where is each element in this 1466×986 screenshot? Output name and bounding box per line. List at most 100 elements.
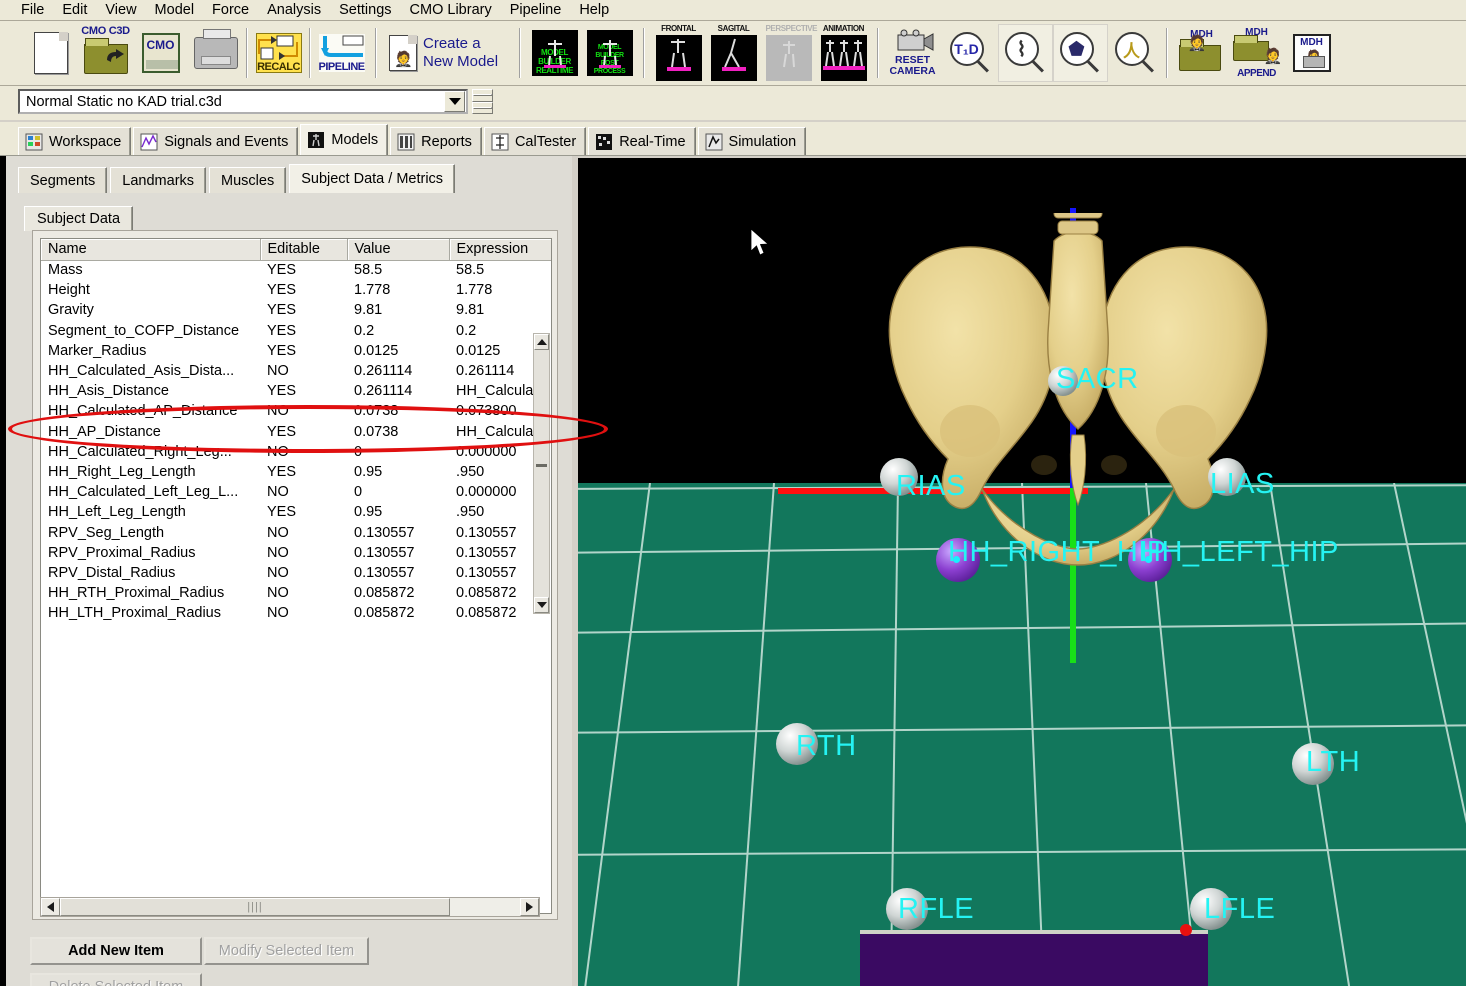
- table-row[interactable]: HH_Calculated_Asis_Dista... NO 0.261114 0.2…: [41, 361, 551, 381]
- modify-selected-item-button[interactable]: Modify Selected Item: [204, 937, 369, 965]
- save-cmo-button[interactable]: CMO: [133, 24, 188, 82]
- sub-tab-subject-data[interactable]: Subject Data: [24, 206, 134, 231]
- tab-reports-label: Reports: [421, 133, 472, 150]
- tab-reports[interactable]: Reports: [390, 127, 482, 155]
- table-row[interactable]: HH_Calculated_AP_Distance NO 0.0738 0.07380…: [41, 401, 551, 421]
- hscroll-thumb[interactable]: ||||: [60, 898, 450, 916]
- tab-workspace[interactable]: Workspace: [18, 127, 132, 155]
- table-row[interactable]: HH_Calculated_Left_Leg_L... NO 0 0.000000: [41, 482, 551, 502]
- table-row[interactable]: HH_Asis_Distance YES 0.261114 HH_Calculat: [41, 381, 551, 401]
- menu-item-edit[interactable]: Edit: [53, 1, 96, 19]
- cell-name: Segment_to_COFP_Distance: [48, 322, 240, 339]
- marker-zoom-button[interactable]: ⬟: [1053, 24, 1108, 82]
- cell-value: 0.261114: [354, 383, 413, 400]
- trial-file-dropdown-button[interactable]: [444, 91, 465, 112]
- model-zoom-button[interactable]: 人: [1108, 24, 1163, 82]
- table-row[interactable]: Height YES 1.778 1.778: [41, 280, 551, 300]
- menu-item-force[interactable]: Force: [203, 1, 258, 19]
- menu-item-analysis[interactable]: Analysis: [258, 1, 330, 19]
- model-builder-post-icon: MODEL BUILDER POST PROCESS: [586, 30, 633, 76]
- sagital-view-button[interactable]: SAGITAL: [706, 24, 761, 82]
- table-row[interactable]: HH_Right_Leg_Length YES 0.95.950: [41, 462, 551, 482]
- grid-vertical-scrollbar[interactable]: [533, 333, 550, 614]
- table-row[interactable]: RPV_Distal_Radius NO 0.130557 0.130557: [41, 563, 551, 583]
- scroll-up-button[interactable]: [534, 334, 549, 350]
- tab-signals-and-events[interactable]: Signals and Events: [133, 127, 299, 155]
- delete-selected-item-button[interactable]: Delete Selected Item: [30, 973, 202, 986]
- scroll-down-button[interactable]: [534, 597, 549, 613]
- animation-view-button[interactable]: ANIMATION: [816, 24, 871, 82]
- model-3d-viewport[interactable]: SACR RIAS LIAS HH_RIGHT_HIP HH_LEFT_HIP …: [578, 158, 1466, 986]
- menu-item-model[interactable]: Model: [146, 1, 204, 19]
- trial-file-combo[interactable]: Normal Static no KAD trial.c3d: [18, 89, 468, 114]
- table-row[interactable]: Mass YES 58.5 58.5: [41, 260, 551, 280]
- table-row[interactable]: RPV_Proximal_Radius NO 0.130557 0.130557: [41, 543, 551, 563]
- menu-item-pipeline[interactable]: Pipeline: [501, 1, 571, 19]
- table-row[interactable]: Gravity YES 9.81 9.81: [41, 300, 551, 320]
- cell-value: 0.0738: [354, 423, 399, 440]
- frontal-view-button[interactable]: FRONTAL: [651, 24, 706, 82]
- table-row[interactable]: HH_Left_Leg_Length YES 0.95.950: [41, 502, 551, 522]
- tab-workspace-label: Workspace: [49, 133, 122, 150]
- model-builder-post-button[interactable]: MODEL BUILDER POST PROCESS: [582, 24, 637, 82]
- subject-data-grid[interactable]: Name Editable Value Expression Mass YES 58…: [40, 238, 552, 914]
- tab-simulation[interactable]: Simulation: [697, 127, 807, 155]
- open-cmo-c3d-button[interactable]: CMO C3D: [78, 24, 133, 82]
- hscroll-track[interactable]: ||||: [60, 898, 520, 916]
- print-button[interactable]: [188, 24, 243, 82]
- create-new-model-button[interactable]: 🤵 Create a New Model: [383, 24, 513, 82]
- table-row[interactable]: HH_Calculated_Right_Leg... NO 0 0.000000: [41, 442, 551, 462]
- trial-spinner-down[interactable]: [472, 101, 493, 114]
- scroll-right-button[interactable]: [520, 898, 539, 916]
- tab-caltester[interactable]: CalTester: [483, 127, 587, 155]
- cell-name: HH_Right_Leg_Length: [48, 463, 196, 480]
- perspective-view-button[interactable]: PERSPECTIVE: [761, 24, 818, 82]
- table-row[interactable]: Segment_to_COFP_Distance YES 0.2 0.2: [41, 321, 551, 341]
- column-header-name[interactable]: Name: [41, 239, 261, 261]
- models-left-panel: Segments Landmarks Muscles Subject Data …: [0, 156, 572, 986]
- mdh-save-button[interactable]: MDH 🤵: [1284, 24, 1339, 82]
- pipeline-button[interactable]: PIPELINE: [314, 24, 369, 82]
- table-row[interactable]: HH_AP_Distance YES 0.0738 HH_Calculat: [41, 422, 551, 442]
- column-header-value[interactable]: Value: [347, 239, 450, 261]
- sub-tab-muscles[interactable]: Muscles: [209, 167, 287, 193]
- new-document-button[interactable]: [23, 24, 78, 82]
- menu-item-help[interactable]: Help: [570, 1, 618, 19]
- table-row[interactable]: HH_LTH_Proximal_Radius NO 0.085872 0.085872: [41, 603, 551, 623]
- add-new-item-button[interactable]: Add New Item: [30, 937, 202, 965]
- table-row[interactable]: HH_RTH_Proximal_Radius NO 0.085872 0.085872: [41, 583, 551, 603]
- scroll-left-button[interactable]: [41, 898, 60, 916]
- tab-models[interactable]: Models: [300, 124, 389, 155]
- menu-item-cmo-library[interactable]: CMO Library: [401, 1, 501, 19]
- force-plate[interactable]: [860, 930, 1208, 986]
- table-row[interactable]: Marker_Radius YES 0.0125 0.0125: [41, 341, 551, 361]
- cell-name: Mass: [48, 262, 83, 279]
- sub-tab-subject-data-metrics[interactable]: Subject Data / Metrics: [289, 164, 456, 193]
- tab-models-label: Models: [331, 132, 379, 148]
- tab-real-time[interactable]: Real-Time: [588, 127, 696, 155]
- sub-tab-segments[interactable]: Segments: [18, 167, 108, 193]
- menu-item-file[interactable]: File: [12, 1, 53, 19]
- column-header-editable[interactable]: Editable: [260, 239, 348, 261]
- table-row[interactable]: RPV_Seg_Length NO 0.130557 0.130557: [41, 522, 551, 542]
- reports-icon: [397, 133, 415, 150]
- trial-file-spinner[interactable]: [472, 89, 493, 114]
- mdh-append-button[interactable]: MDH 🤵 APPEND: [1229, 24, 1284, 82]
- scroll-thumb[interactable]: [536, 464, 547, 467]
- toolbar-group-file: CMO C3D CMO RECALC PIPELINE: [20, 23, 372, 83]
- tid-zoom-button[interactable]: T₁D: [943, 24, 998, 82]
- sub-tab-landmarks[interactable]: Landmarks: [110, 167, 207, 193]
- grid-horizontal-scrollbar[interactable]: ||||: [40, 897, 540, 917]
- reset-camera-button[interactable]: RESET CAMERA: [885, 24, 940, 82]
- menu-item-settings[interactable]: Settings: [330, 1, 400, 19]
- column-header-expression[interactable]: Expression: [449, 239, 551, 261]
- segment-zoom-button[interactable]: ⌇: [998, 24, 1053, 82]
- cell-value: 0.95: [354, 463, 383, 480]
- menu-item-view[interactable]: View: [96, 1, 145, 19]
- mdh-open-button[interactable]: MDH 🤵: [1174, 24, 1229, 82]
- trial-spinner-up[interactable]: [472, 89, 493, 102]
- cell-value: 0.130557: [354, 564, 415, 581]
- model-builder-realtime-button[interactable]: MODEL BUILDER REALTIME: [527, 24, 582, 82]
- mdh-folder-icon: 🤵: [1178, 35, 1221, 71]
- recalc-button[interactable]: RECALC: [251, 24, 306, 82]
